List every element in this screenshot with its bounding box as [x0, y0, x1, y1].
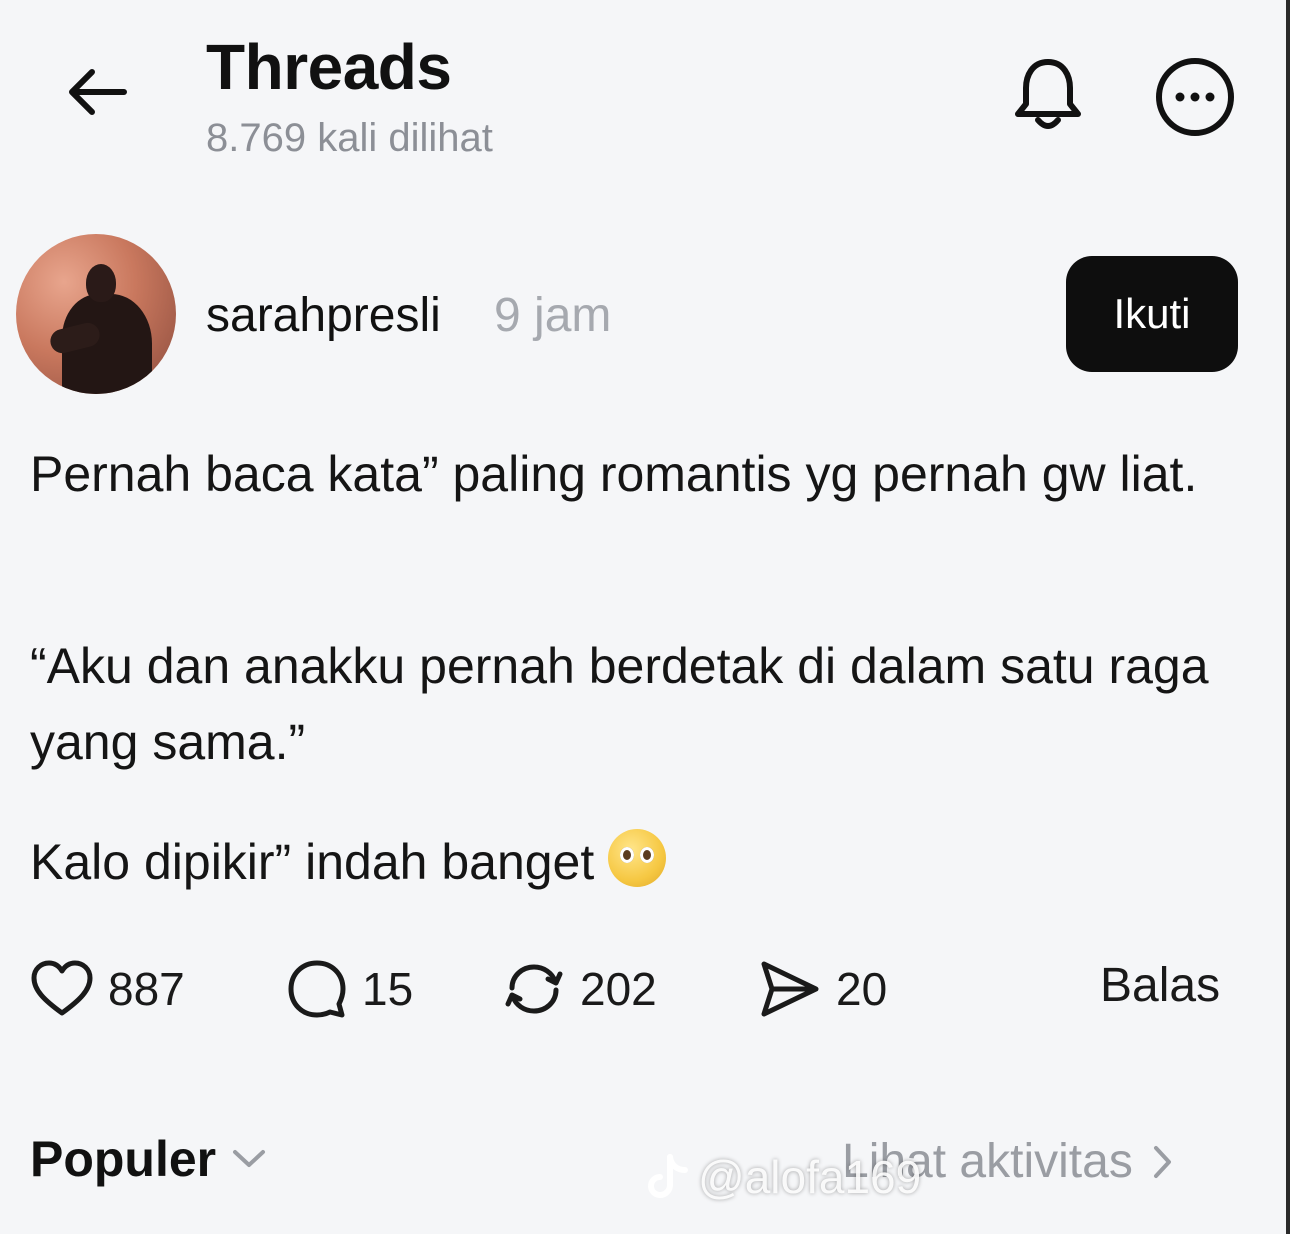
activity-label: Lihat aktivitas — [842, 1135, 1133, 1188]
chevron-right-icon — [1153, 1145, 1171, 1178]
share-button[interactable]: 20 — [758, 954, 887, 1024]
repost-button[interactable]: 202 — [502, 954, 657, 1024]
follow-button[interactable]: Ikuti — [1066, 256, 1238, 372]
speech-bubble-icon — [288, 960, 346, 1018]
send-icon — [761, 961, 819, 1017]
username-link[interactable]: sarahpresli — [206, 288, 441, 343]
more-options-button[interactable] — [1152, 54, 1238, 140]
heart-icon — [31, 960, 93, 1016]
post-paragraph-with-emoji: Kalo dipikir” indah banget — [30, 824, 1230, 900]
view-activity-link[interactable]: Lihat aktivitas — [842, 1134, 1173, 1189]
notification-bell-button[interactable] — [1006, 52, 1090, 136]
repost-count: 202 — [580, 963, 657, 1015]
sort-dropdown[interactable]: Populer — [30, 1130, 266, 1188]
repost-icon — [505, 964, 563, 1014]
like-count: 887 — [108, 963, 185, 1015]
view-count: 8.769 kali dilihat — [206, 116, 493, 160]
post-paragraph: Kalo dipikir” indah banget — [30, 834, 595, 890]
arrow-left-icon — [69, 69, 127, 115]
reply-button[interactable]: Balas — [1100, 958, 1220, 1013]
post-timestamp: 9 jam — [494, 289, 612, 342]
like-button[interactable]: 887 — [30, 954, 185, 1024]
bell-icon — [1015, 59, 1081, 129]
share-count: 20 — [836, 963, 888, 1015]
sort-label: Populer — [30, 1131, 217, 1187]
more-horizontal-circle-icon — [1156, 58, 1234, 136]
page-title: Threads — [206, 31, 452, 103]
pleading-face-emoji-icon — [608, 829, 667, 887]
chevron-down-icon — [233, 1150, 266, 1167]
threads-post-screen: Threads 8.769 kali dilihat sarahpresli 9… — [0, 0, 1290, 1234]
post-paragraph: “Aku dan anakku pernah berdetak di dalam… — [30, 638, 1209, 770]
reply-count: 15 — [362, 963, 414, 1015]
back-button[interactable] — [60, 56, 132, 128]
post-paragraph: Pernah baca kata” paling romantis yg per… — [30, 446, 1198, 502]
comment-button[interactable]: 15 — [286, 954, 413, 1024]
avatar[interactable] — [16, 234, 176, 394]
tiktok-logo-icon — [647, 1154, 688, 1199]
